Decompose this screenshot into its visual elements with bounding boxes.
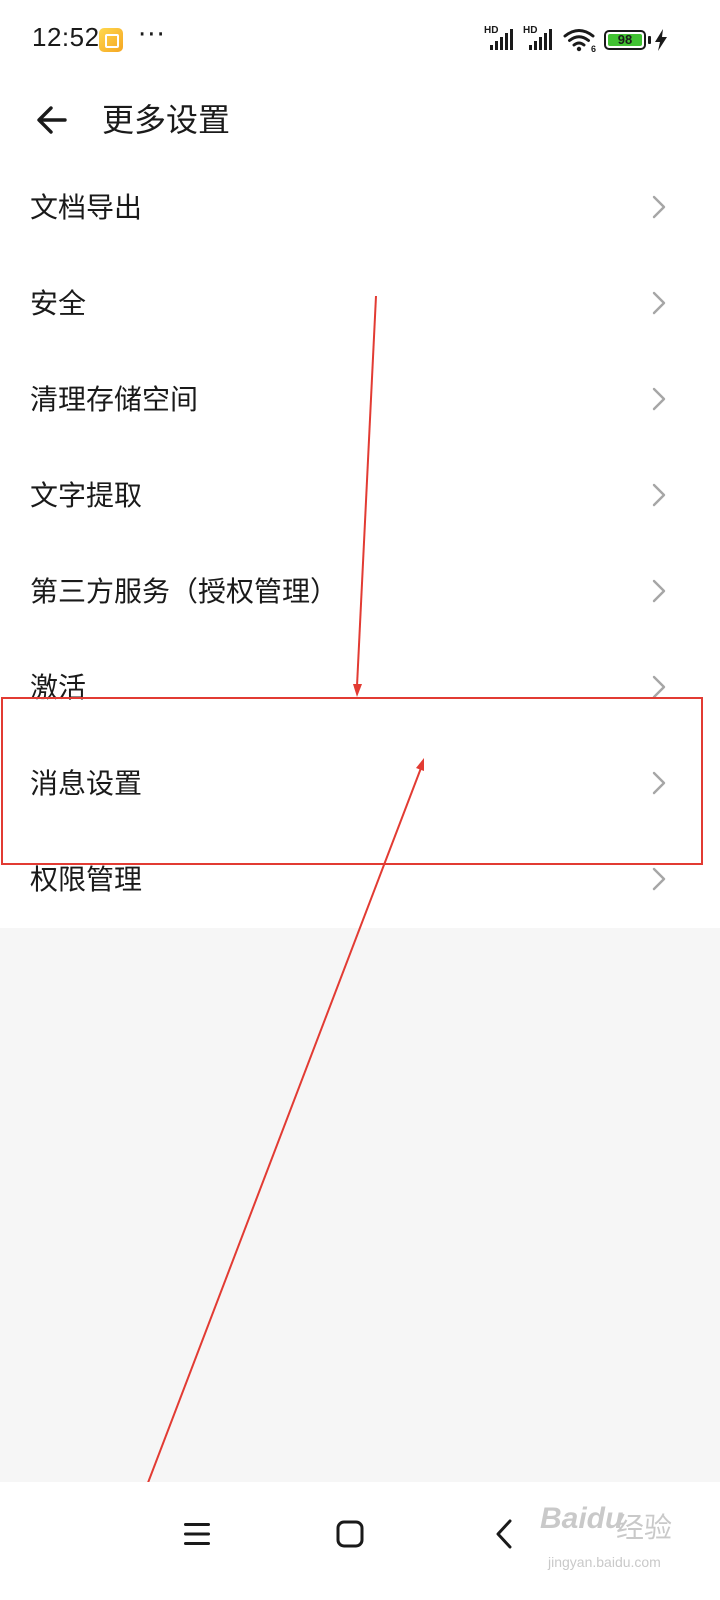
settings-item-third-party-services[interactable]: 第三方服务（授权管理） (0, 544, 720, 640)
hd-label: HD (523, 25, 538, 36)
hd-label: HD (484, 25, 499, 36)
system-nav-bar (0, 1482, 720, 1600)
recent-apps-button[interactable] (165, 1504, 229, 1564)
settings-item-message-settings[interactable]: 消息设置 (0, 736, 720, 832)
settings-item-label: 安全 (30, 287, 87, 320)
battery-icon: 98 (604, 30, 646, 50)
settings-item-label: 第三方服务（授权管理） (30, 575, 339, 608)
status-bar: 12:52 ··· HD HD 6 98 (0, 0, 720, 80)
gallery-notification-icon (99, 28, 123, 52)
app-header: 更多设置 (0, 80, 720, 160)
settings-item-label: 权限管理 (30, 863, 143, 896)
more-notifications-indicator: ··· (138, 20, 166, 50)
wifi-icon: 6 (563, 27, 599, 57)
chevron-right-icon (652, 195, 666, 219)
settings-item-label: 文档导出 (30, 191, 143, 224)
charging-bolt-icon (655, 29, 667, 55)
settings-item-document-export[interactable]: 文档导出 (0, 160, 720, 256)
battery-level: 98 (617, 32, 633, 47)
settings-item-activation[interactable]: 激活 (0, 640, 720, 736)
settings-list: 文档导出 安全 清理存储空间 文字提取 第三方服务（授权管理） 激活 消息设置 … (0, 160, 720, 928)
settings-item-label: 激活 (30, 671, 87, 704)
menu-icon (184, 1523, 210, 1545)
chevron-right-icon (652, 579, 666, 603)
page-title: 更多设置 (102, 101, 231, 139)
battery-cap (648, 36, 651, 44)
home-square-icon (336, 1520, 364, 1548)
settings-item-text-extraction[interactable]: 文字提取 (0, 448, 720, 544)
settings-item-security[interactable]: 安全 (0, 256, 720, 352)
settings-item-permission-management[interactable]: 权限管理 (0, 832, 720, 928)
settings-item-label: 清理存储空间 (30, 383, 199, 416)
chevron-right-icon (652, 291, 666, 315)
chevron-right-icon (652, 675, 666, 699)
chevron-right-icon (652, 867, 666, 891)
chevron-right-icon (652, 771, 666, 795)
cellular-signal-icon: HD (484, 25, 524, 52)
home-button[interactable] (318, 1504, 382, 1564)
settings-item-clear-storage[interactable]: 清理存储空间 (0, 352, 720, 448)
cellular-signal-2-icon: HD (523, 25, 563, 52)
system-back-button[interactable] (472, 1504, 536, 1564)
chevron-right-icon (652, 387, 666, 411)
status-time: 12:52 (32, 22, 100, 52)
arrow-left-icon (37, 106, 67, 134)
wifi-badge: 6 (591, 44, 596, 53)
chevron-right-icon (652, 483, 666, 507)
back-button[interactable] (28, 98, 76, 142)
back-chevron-icon (496, 1519, 512, 1549)
settings-item-label: 消息设置 (30, 767, 143, 800)
settings-item-label: 文字提取 (30, 479, 143, 512)
